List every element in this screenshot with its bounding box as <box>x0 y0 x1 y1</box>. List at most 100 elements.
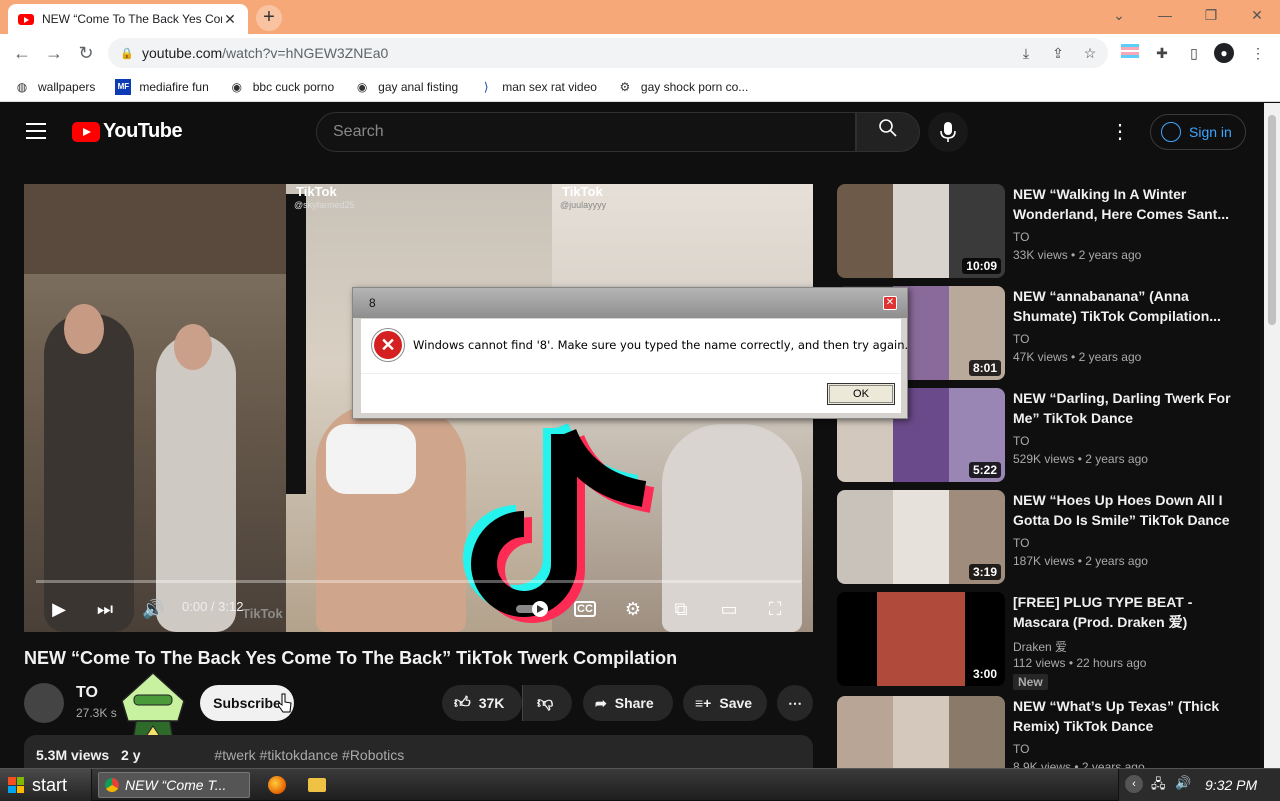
recommendation-item[interactable]: 3:19 NEW “Hoes Up Hoes Down All I Gotta … <box>837 490 1247 584</box>
recommendation-meta: 33K views • 2 years ago <box>1013 248 1142 262</box>
recommendation-title[interactable]: NEW “Walking In A Winter Wonderland, Her… <box>1013 184 1233 224</box>
youtube-favicon-icon <box>18 13 34 25</box>
tab-close-icon[interactable]: ✕ <box>222 11 238 28</box>
address-bar[interactable]: 🔒 youtube.com/watch?v=hNGEW3ZNEa0 <box>108 38 1108 68</box>
bookmark-star-icon[interactable]: ☆ <box>1080 43 1100 63</box>
install-icon[interactable]: ⤓ <box>1016 43 1036 63</box>
recommendation-item[interactable]: 3:00 [FREE] PLUG TYPE BEAT - Mascara (Pr… <box>837 592 1247 690</box>
restore-button[interactable]: ❐ <box>1188 4 1234 28</box>
side-panel-icon[interactable]: ▯ <box>1184 43 1204 63</box>
tiktok-watermark: TikTok <box>296 184 337 199</box>
recommendation-item[interactable]: 10:09 NEW “Walking In A Winter Wonderlan… <box>837 184 1247 278</box>
tab-search-icon[interactable]: ⌄ <box>1096 4 1142 28</box>
recommendation-title[interactable]: NEW “What’s Up Texas” (Thick Remix) TikT… <box>1013 696 1233 736</box>
gear-icon: ⚙ <box>619 79 631 94</box>
recommendation-channel[interactable]: TO <box>1013 536 1029 550</box>
play-icon[interactable]: ▶ <box>48 597 70 621</box>
taskbar-chrome-task[interactable]: NEW “Come T... <box>98 772 250 798</box>
menu-hamburger-icon[interactable] <box>26 123 46 139</box>
dialog-close-icon[interactable]: ✕ <box>883 296 897 310</box>
bookmark-item[interactable]: ◉ gay anal fisting <box>354 79 458 95</box>
hashtags[interactable]: #twerk #tiktokdance #Robotics <box>214 747 404 763</box>
back-icon[interactable]: ← <box>10 41 34 65</box>
bookmark-item[interactable]: ⟩ man sex rat video <box>478 79 597 95</box>
next-icon[interactable]: ⏭ <box>94 597 116 621</box>
more-actions-button[interactable]: ⋯ <box>777 685 813 721</box>
new-tab-button[interactable]: + <box>256 5 282 31</box>
recommendation-title[interactable]: NEW “annabanana” (Anna Shumate) TikTok C… <box>1013 286 1233 326</box>
browser-tab[interactable]: NEW “Come To The Back Yes Come To The Ba… <box>8 4 248 34</box>
recommendation-title[interactable]: NEW “Hoes Up Hoes Down All I Gotta Do Is… <box>1013 490 1233 530</box>
recommendation-meta: 47K views • 2 years ago <box>1013 350 1142 364</box>
recommendation-title[interactable]: [FREE] PLUG TYPE BEAT - Mascara (Prod. D… <box>1013 592 1233 632</box>
recommendation-channel[interactable]: Draken 爱 <box>1013 638 1067 655</box>
dislike-button[interactable]: 👎︎ <box>522 685 572 721</box>
forward-icon[interactable]: → <box>42 41 66 65</box>
clock[interactable]: 9:32 PM <box>1205 777 1257 793</box>
start-button[interactable]: start <box>0 769 92 801</box>
channel-avatar[interactable] <box>24 683 64 723</box>
share-button[interactable]: ➦ Share <box>583 685 673 721</box>
search-button[interactable] <box>856 112 920 152</box>
bookmark-item[interactable]: ⚙ gay shock porn co... <box>617 79 749 95</box>
dancer-head <box>64 304 104 354</box>
miniplayer-icon[interactable]: ⧉ <box>670 597 692 621</box>
ok-button[interactable]: OK <box>827 383 895 405</box>
new-badge: New <box>1013 674 1048 690</box>
save-button[interactable]: ≡+ Save <box>683 685 767 721</box>
video-thumbnail[interactable]: 3:19 <box>837 490 1005 584</box>
bookmark-item[interactable]: MF mediafire fun <box>115 78 209 95</box>
recommendation-channel[interactable]: TO <box>1013 230 1029 244</box>
bookmark-item[interactable]: ◍ wallpapers <box>14 79 96 95</box>
system-tray: ‹ 🖧 🔊 9:32 PM <box>1118 769 1280 801</box>
playlist-add-icon: ≡+ <box>695 695 712 711</box>
extensions-puzzle-icon[interactable]: ✚ <box>1152 43 1172 63</box>
close-window-button[interactable]: ✕ <box>1234 4 1280 28</box>
theater-mode-icon[interactable]: ▭ <box>716 597 742 621</box>
volume-tray-icon[interactable]: 🔊 <box>1175 775 1191 791</box>
share-icon[interactable]: ⇪ <box>1048 43 1068 63</box>
settings-gear-icon[interactable]: ⚙ <box>622 597 644 621</box>
profile-avatar-icon[interactable]: ● <box>1214 43 1234 63</box>
youtube-logo[interactable]: YouTube <box>72 120 183 143</box>
sign-in-button[interactable]: Sign in <box>1150 114 1246 150</box>
tray-expand-icon[interactable]: ‹ <box>1125 775 1143 793</box>
recommendation-title[interactable]: NEW “Darling, Darling Twerk For Me” TikT… <box>1013 388 1233 428</box>
recommendation-channel[interactable]: TO <box>1013 332 1029 346</box>
video-title: NEW “Come To The Back Yes Come To The Ba… <box>24 648 678 668</box>
voice-search-button[interactable] <box>928 112 968 152</box>
chrome-menu-icon[interactable]: ⋮ <box>1248 43 1268 63</box>
search-input[interactable]: Search <box>316 112 856 152</box>
browser-tab-strip: NEW “Come To The Back Yes Come To The Ba… <box>0 0 1280 34</box>
recommendation-item[interactable]: NEW “What’s Up Texas” (Thick Remix) TikT… <box>837 696 1247 768</box>
channel-name[interactable]: TO <box>76 684 98 702</box>
autoplay-toggle[interactable] <box>516 597 550 621</box>
video-thumbnail[interactable]: 10:09 <box>837 184 1005 278</box>
volume-icon[interactable]: 🔊 <box>142 597 164 621</box>
timecode: 0:00 / 3:12 <box>182 599 244 614</box>
reload-icon[interactable]: ↻ <box>74 41 98 65</box>
share-arrow-icon: ➦ <box>595 694 607 711</box>
fullscreen-icon[interactable]: ⛶ <box>764 597 786 621</box>
recommendation-meta: 187K views • 2 years ago <box>1013 554 1148 568</box>
firefox-icon[interactable] <box>268 776 286 794</box>
youtube-header: YouTube Search ⋮ Sign in <box>0 103 1264 159</box>
network-icon[interactable]: 🖧 <box>1151 775 1166 797</box>
description-box[interactable]: 5.3M views 2 y #twerk #tiktokdance #Robo… <box>24 735 813 768</box>
recommendation-channel[interactable]: TO <box>1013 742 1029 756</box>
page-scrollbar[interactable] <box>1264 103 1280 768</box>
bookmark-item[interactable]: ◉ bbc cuck porno <box>229 79 335 95</box>
upload-date: 2 y <box>121 747 141 763</box>
video-thumbnail[interactable]: 3:00 <box>837 592 1005 686</box>
recommendation-channel[interactable]: TO <box>1013 434 1029 448</box>
minimize-button[interactable]: — <box>1142 4 1188 28</box>
folder-icon[interactable] <box>308 778 326 792</box>
scrollbar-thumb[interactable] <box>1268 115 1276 325</box>
like-button[interactable]: 👍︎ 37K <box>442 685 522 721</box>
video-thumbnail[interactable] <box>837 696 1005 768</box>
progress-bar[interactable] <box>36 580 801 583</box>
settings-kebab-icon[interactable]: ⋮ <box>1110 119 1130 145</box>
extension-flag-icon[interactable] <box>1120 43 1140 63</box>
mediafire-icon: MF <box>115 78 132 95</box>
captions-icon[interactable]: CC <box>574 601 596 617</box>
